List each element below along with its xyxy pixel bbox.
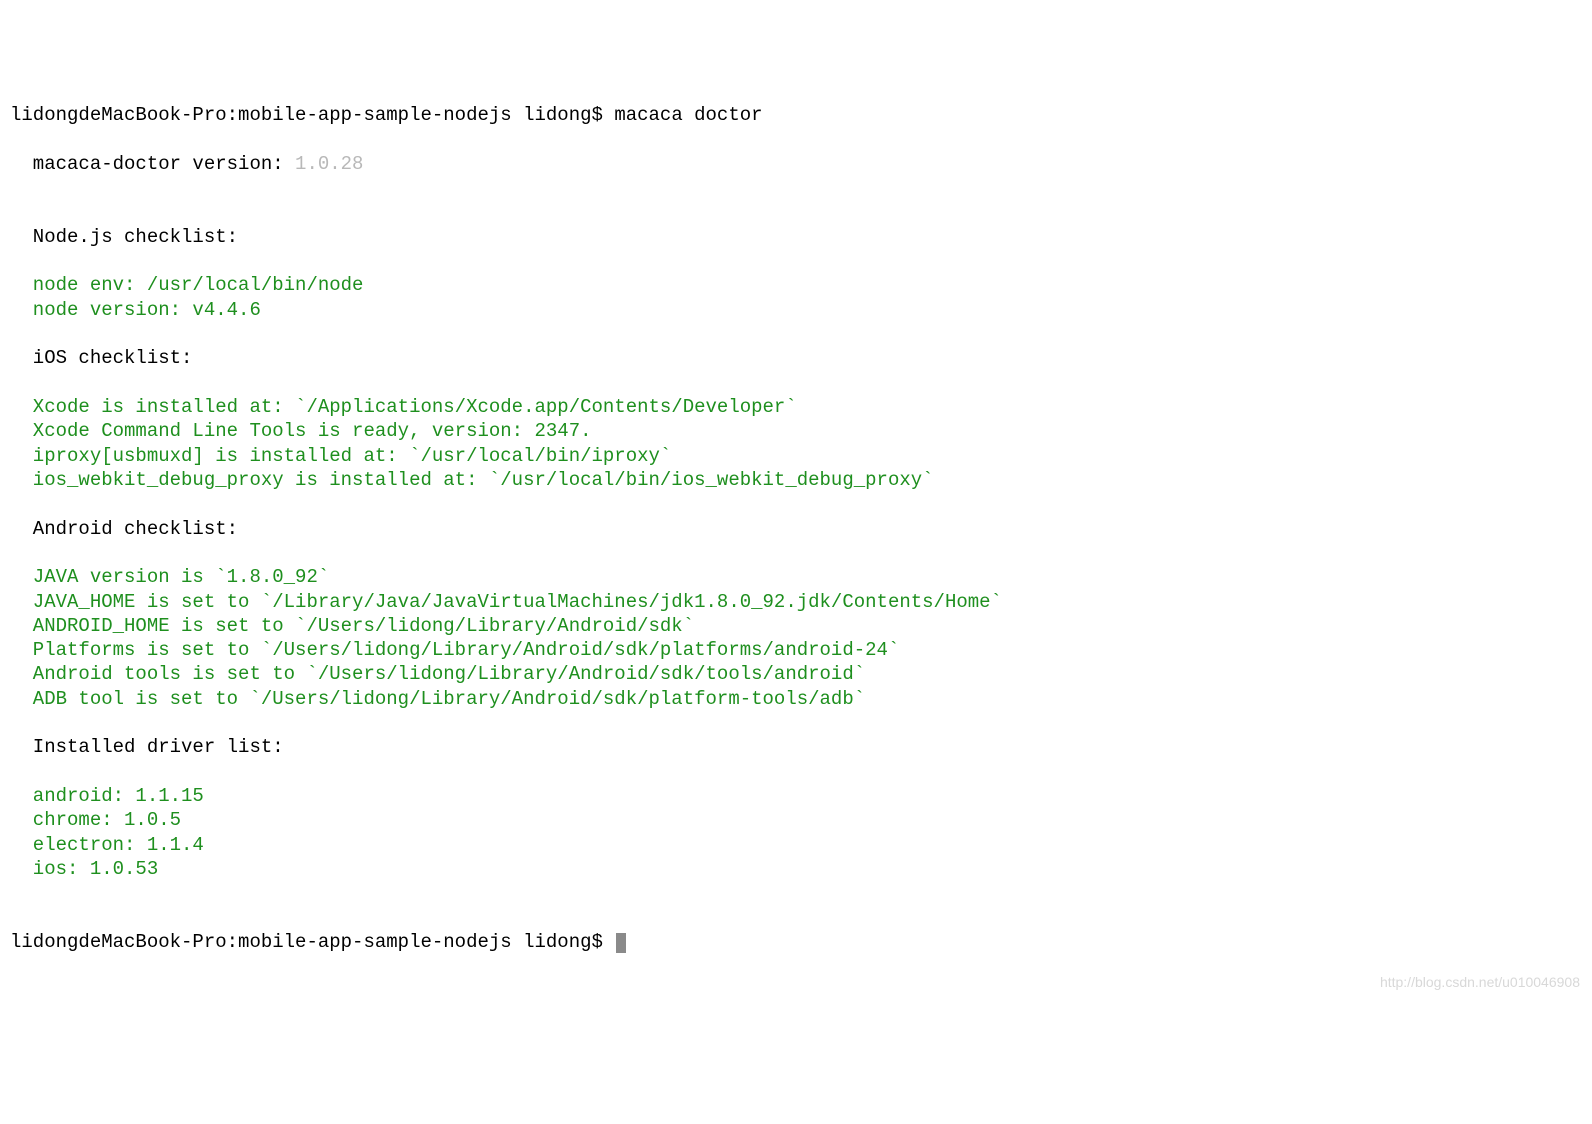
android-java-line: JAVA version is `1.8.0_92` bbox=[10, 566, 329, 588]
node-version-line: node version: v4.4.6 bbox=[10, 299, 261, 321]
android-javahome-line: JAVA_HOME is set to `/Library/Java/JavaV… bbox=[10, 591, 1002, 613]
driver-chrome-line: chrome: 1.0.5 bbox=[10, 809, 181, 831]
prompt-line-1: lidongdeMacBook-Pro:mobile-app-sample-no… bbox=[10, 104, 614, 126]
ios-webkit-line: ios_webkit_debug_proxy is installed at: … bbox=[10, 469, 934, 491]
android-tools-line: Android tools is set to `/Users/lidong/L… bbox=[10, 663, 865, 685]
android-adb-line: ADB tool is set to `/Users/lidong/Librar… bbox=[10, 688, 865, 710]
android-checklist-header: Android checklist: bbox=[10, 518, 238, 540]
drivers-header: Installed driver list: bbox=[10, 736, 284, 758]
ios-iproxy-line: iproxy[usbmuxd] is installed at: `/usr/l… bbox=[10, 445, 671, 467]
driver-android-line: android: 1.1.15 bbox=[10, 785, 204, 807]
version-label: macaca-doctor version: bbox=[10, 153, 295, 175]
ios-clt-line: Xcode Command Line Tools is ready, versi… bbox=[10, 420, 592, 442]
node-checklist-header: Node.js checklist: bbox=[10, 226, 238, 248]
watermark-text: http://blog.csdn.net/u010046908 bbox=[1380, 974, 1580, 992]
android-platforms-line: Platforms is set to `/Users/lidong/Libra… bbox=[10, 639, 899, 661]
command-text: macaca doctor bbox=[614, 104, 762, 126]
driver-electron-line: electron: 1.1.4 bbox=[10, 834, 204, 856]
cursor-icon bbox=[616, 933, 626, 953]
terminal-output[interactable]: lidongdeMacBook-Pro:mobile-app-sample-no… bbox=[0, 97, 1592, 954]
ios-checklist-header: iOS checklist: bbox=[10, 347, 192, 369]
prompt-line-2: lidongdeMacBook-Pro:mobile-app-sample-no… bbox=[10, 931, 614, 953]
node-env-line: node env: /usr/local/bin/node bbox=[10, 274, 363, 296]
android-home-line: ANDROID_HOME is set to `/Users/lidong/Li… bbox=[10, 615, 694, 637]
ios-xcode-line: Xcode is installed at: `/Applications/Xc… bbox=[10, 396, 797, 418]
driver-ios-line: ios: 1.0.53 bbox=[10, 858, 158, 880]
version-value: 1.0.28 bbox=[295, 153, 363, 175]
